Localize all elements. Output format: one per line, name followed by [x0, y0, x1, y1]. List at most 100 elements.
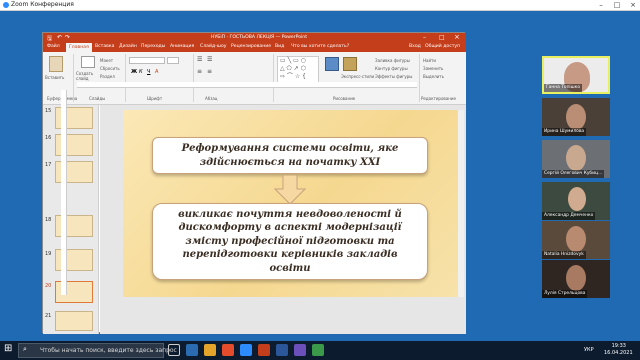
paste-button[interactable]: Вставить: [45, 75, 64, 80]
group-paragraph-label: Абзац: [205, 96, 218, 101]
language-indicator[interactable]: УКР: [584, 347, 594, 353]
chrome-icon[interactable]: [222, 344, 234, 356]
explorer-icon[interactable]: [204, 344, 216, 356]
clock-date: 16.04.2021: [604, 350, 633, 356]
tell-me-search[interactable]: Что вы хотите сделать?: [291, 44, 349, 49]
zoom-title-bar: Zoom Конференция – □ ×: [0, 0, 640, 11]
zoom-window-title: Zoom Конференция: [11, 1, 74, 8]
taskbar-clock[interactable]: 19:33 16.04.2021: [604, 343, 633, 357]
justify-icon[interactable]: ≡: [207, 68, 212, 75]
tab-slideshow[interactable]: Слайд-шоу: [200, 44, 227, 49]
tab-home[interactable]: Главная: [66, 43, 92, 52]
arrange-icon[interactable]: [325, 57, 339, 71]
vertical-scrollbar[interactable]: [458, 110, 464, 297]
reset-button[interactable]: Сбросить: [100, 66, 120, 71]
ribbon-separator: [125, 54, 126, 102]
participant-video[interactable]: Лулія Стрельцова: [542, 260, 610, 298]
down-arrow-shape[interactable]: [274, 175, 306, 205]
ribbon-separator: [419, 54, 420, 102]
section-button[interactable]: Раздел: [100, 74, 115, 79]
app-taskbar-icon[interactable]: [312, 344, 324, 356]
participant-video-active[interactable]: Ганна Топішко: [542, 56, 610, 94]
express-styles-button[interactable]: Экспресс-стили: [341, 74, 374, 79]
sign-in-link[interactable]: Вход: [409, 44, 421, 49]
clock-time: 19:33: [611, 343, 626, 349]
avatar: [566, 226, 586, 252]
ppt-close-icon[interactable]: ×: [454, 33, 460, 41]
task-view-icon[interactable]: [168, 344, 180, 356]
participant-name: Лулія Стрельцова: [542, 290, 588, 298]
quick-styles-icon[interactable]: [343, 57, 357, 71]
tab-insert[interactable]: Вставка: [95, 44, 114, 49]
ribbon-separator: [73, 54, 74, 102]
participant-video[interactable]: Александр Демченко: [542, 182, 610, 220]
ppt-document-title: НУБіП · ГОСТЬОВА ЛЕКЦІЯ — PowerPoint: [211, 35, 308, 40]
ppt-minimize-icon[interactable]: –: [423, 34, 426, 41]
find-button[interactable]: Найти: [423, 58, 436, 63]
slide-thumbnail[interactable]: [55, 311, 93, 331]
ribbon-separator: [193, 54, 194, 102]
replace-button[interactable]: Заменить: [423, 66, 443, 71]
group-slides-label: Слайды: [89, 96, 106, 101]
windows-start-icon[interactable]: ⊞: [4, 343, 12, 354]
word-taskbar-icon[interactable]: [276, 344, 288, 356]
shapes-gallery[interactable]: ▭ ╲ ▭ ○ △ ⬠ ↗ ⬡ ⇨ ⌒ ☆ {: [277, 56, 319, 84]
participant-name: Ирина Шумилова: [542, 128, 587, 136]
close-icon[interactable]: ×: [626, 1, 640, 9]
numbering-icon[interactable]: ☰: [207, 56, 212, 63]
italic-icon[interactable]: К: [139, 69, 143, 75]
tab-view[interactable]: Вид: [275, 44, 284, 49]
undo-icon[interactable]: ↶: [57, 34, 62, 41]
align-icon[interactable]: ≡: [197, 68, 202, 75]
avatar: [568, 187, 586, 211]
maximize-icon[interactable]: □: [610, 1, 624, 9]
thumbnail-number: 21: [45, 313, 52, 319]
slide-textbox-top[interactable]: Реформування системи освіти, яке здійсню…: [152, 137, 428, 174]
underline-icon[interactable]: Ч: [147, 69, 150, 75]
select-button[interactable]: Выделить: [423, 74, 444, 79]
participant-name: Natalia Hnizdovyk: [542, 251, 586, 259]
bullets-icon[interactable]: ☰: [197, 56, 202, 63]
bold-icon[interactable]: Ж: [131, 69, 137, 75]
search-icon: ⌕: [23, 345, 27, 353]
new-slide-button[interactable]: Создать слайд: [76, 71, 100, 81]
tab-review[interactable]: Рецензирование: [231, 44, 271, 49]
redo-icon[interactable]: ↷: [65, 34, 70, 41]
avatar: [566, 265, 586, 291]
tab-design[interactable]: Дизайн: [119, 44, 137, 49]
avatar: [566, 145, 586, 171]
paste-icon[interactable]: [49, 56, 63, 72]
font-color-icon[interactable]: A: [155, 69, 158, 75]
participant-video[interactable]: Ирина Шумилова: [542, 98, 610, 136]
avatar: [566, 104, 586, 130]
tab-file[interactable]: Файл: [47, 44, 60, 49]
new-slide-icon[interactable]: [81, 56, 95, 68]
app-taskbar-icon[interactable]: [294, 344, 306, 356]
ppt-maximize-icon[interactable]: □: [439, 34, 445, 41]
shape-outline-button[interactable]: Контур фигуры: [375, 66, 408, 71]
zoom-taskbar-icon[interactable]: [240, 344, 252, 356]
zoom-logo-icon: [3, 2, 9, 8]
layout-button[interactable]: Макет: [100, 58, 113, 63]
font-size-box[interactable]: [167, 57, 179, 64]
thumbnail-number: 18: [45, 217, 52, 223]
minimize-icon[interactable]: –: [594, 1, 608, 9]
tab-transitions[interactable]: Переходы: [141, 44, 165, 49]
thumbnail-number-selected: 20: [45, 283, 52, 289]
vertical-ruler: [61, 90, 67, 295]
share-button[interactable]: Общий доступ: [425, 44, 460, 49]
shape-effects-button[interactable]: Эффекты фигуры: [375, 74, 412, 79]
edge-icon[interactable]: [186, 344, 198, 356]
slide-text-top: Реформування системи освіти, яке здійсню…: [181, 143, 399, 168]
powerpoint-taskbar-icon[interactable]: [258, 344, 270, 356]
font-name-box[interactable]: [129, 57, 165, 64]
tab-animations[interactable]: Анимация: [170, 44, 194, 49]
participant-video[interactable]: Сергій Олегович Кубиц...: [542, 140, 610, 178]
slide-thumbnails-pane: 15 16 17 18 19 20 21: [43, 105, 99, 334]
participant-video[interactable]: Natalia Hnizdovyk: [542, 221, 610, 259]
ribbon-separator: [273, 54, 274, 102]
thumbnail-number: 19: [45, 251, 52, 257]
slide-textbox-bottom[interactable]: викликає почуття невдоволеності й диском…: [152, 203, 428, 280]
shape-fill-button[interactable]: Заливка фигуры: [375, 58, 410, 63]
group-drawing-label: Рисование: [333, 96, 356, 101]
